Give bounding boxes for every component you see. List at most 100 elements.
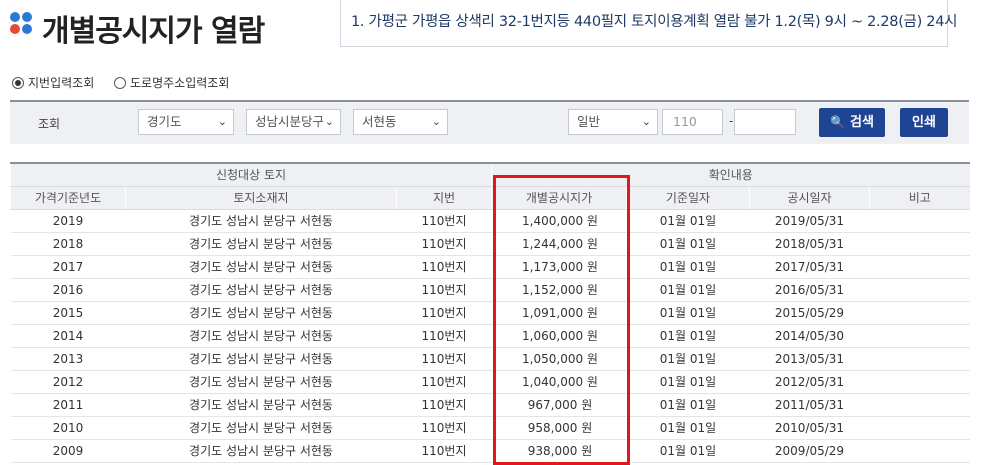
radio-lot-number-label[interactable]: 지번입력조회 (28, 74, 94, 91)
col-lot-cell: 110번지 (396, 278, 492, 302)
col-lot-cell: 110번지 (396, 232, 492, 256)
col-base-date-cell: 01월 01일 (626, 232, 750, 256)
col-location-cell: 경기도 성남시 분당구 서현동 (125, 393, 397, 417)
col-price-cell: 1,152,000 원 (491, 278, 627, 302)
col-base-date-cell: 01월 01일 (626, 370, 750, 394)
table-row: 2011 경기도 성남시 분당구 서현동 110번지 967,000 원 01월 01일… (10, 393, 970, 417)
table-body: 2019 경기도 성남시 분당구 서현동 110번지 1,400,000 원 01월 0… (10, 209, 970, 463)
col-base-date-cell: 01월 01일 (626, 301, 750, 325)
col-lot-cell: 110번지 (396, 209, 492, 233)
radio-icon[interactable] (12, 76, 24, 89)
col-base-date-cell: 01월 01일 (626, 393, 750, 417)
search-button-label: 검색 (850, 115, 874, 130)
col-announce-date-cell: 2014/05/30 (749, 324, 870, 348)
col-base-date-cell: 01월 01일 (626, 347, 750, 371)
col-price-cell: 1,040,000 원 (491, 370, 627, 394)
col-lot-cell: 110번지 (396, 393, 492, 417)
dong-value: 서현동 (362, 114, 397, 129)
col-year-cell: 2019 (10, 209, 126, 233)
col-base-date-cell: 01월 01일 (626, 324, 750, 348)
dong-select[interactable]: 서현동 ⌄ (353, 109, 448, 135)
col-note-cell (869, 347, 970, 371)
table-row: 2018 경기도 성남시 분당구 서현동 110번지 1,244,000 원 01월 0… (10, 232, 970, 256)
search-button[interactable]: 🔍 검색 (819, 108, 885, 137)
col-year-cell: 2017 (10, 255, 126, 279)
radio-road-address[interactable]: 도로명주소입력조회 (114, 74, 229, 91)
col-year-cell: 2012 (10, 370, 126, 394)
col-base-date-cell: 01월 01일 (626, 416, 750, 440)
col-location-cell: 경기도 성남시 분당구 서현동 (125, 416, 397, 440)
col-announce-date-cell: 2018/05/31 (749, 232, 870, 256)
col-announce-date-cell: 2013/05/31 (749, 347, 870, 371)
col-base-date-cell: 01월 01일 (626, 209, 750, 233)
table-row: 2014 경기도 성남시 분당구 서현동 110번지 1,060,000 원 01월 0… (10, 324, 970, 348)
print-button-label: 인쇄 (912, 115, 936, 130)
notice-text[interactable]: 1. 가평군 가평읍 상색리 32-1번지등 440필지 토지이용계획 열람 불… (351, 10, 957, 31)
chevron-down-icon: ⌄ (431, 115, 441, 128)
col-year-cell: 2011 (10, 393, 126, 417)
col-location-header: 토지소재지 (125, 186, 397, 210)
col-price-cell: 1,244,000 원 (491, 232, 627, 256)
radio-icon[interactable] (114, 76, 126, 89)
col-year-cell: 2010 (10, 416, 126, 440)
col-year-cell: 2009 (10, 439, 126, 463)
col-announce-date-cell: 2012/05/31 (749, 370, 870, 394)
chevron-down-icon: ⌄ (641, 115, 651, 128)
col-year-cell: 2018 (10, 232, 126, 256)
table-row: 2010 경기도 성남시 분당구 서현동 110번지 958,000 원 01월 01일… (10, 416, 970, 440)
radio-road-address-label[interactable]: 도로명주소입력조회 (130, 74, 229, 91)
col-lot-cell: 110번지 (396, 324, 492, 348)
col-announce-date-cell: 2016/05/31 (749, 278, 870, 302)
col-base-date-header: 기준일자 (626, 186, 750, 210)
col-announce-date-cell: 2009/05/29 (749, 439, 870, 463)
search-bar: 조회 경기도 ⌄ 성남시분당구 ⌄ 서현동 ⌄ 일반 ⌄ 110 - 🔍 검색 인… (10, 100, 969, 144)
col-announce-date-cell: 2019/05/31 (749, 209, 870, 233)
chevron-down-icon: ⌄ (217, 115, 227, 128)
col-base-date-cell: 01월 01일 (626, 278, 750, 302)
col-year-header: 가격기준년도 (10, 186, 126, 210)
search-label: 조회 (38, 117, 61, 131)
col-price-cell: 938,000 원 (491, 439, 627, 463)
col-location-cell: 경기도 성남시 분당구 서현동 (125, 370, 397, 394)
col-note-cell (869, 416, 970, 440)
land-price-table-wrap: 신청대상 토지 확인내용 가격기준년도 토지소재지 지번 개별공시지가 기준일자 공시일자… (10, 162, 970, 463)
col-announce-date-header: 공시일자 (749, 186, 870, 210)
land-type-value: 일반 (577, 114, 601, 129)
notice-banner[interactable]: 1. 가평군 가평읍 상색리 32-1번지등 440필지 토지이용계획 열람 불… (340, 0, 957, 47)
col-year-cell: 2015 (10, 301, 126, 325)
col-lot-cell: 110번지 (396, 301, 492, 325)
page-title: 개별공시지가 열람 (42, 14, 265, 49)
col-announce-date-cell: 2015/05/29 (749, 301, 870, 325)
col-location-cell: 경기도 성남시 분당구 서현동 (125, 278, 397, 302)
col-note-cell (869, 393, 970, 417)
col-price-cell: 1,050,000 원 (491, 347, 627, 371)
chevron-down-icon: ⌄ (322, 110, 334, 134)
col-note-cell (869, 370, 970, 394)
col-note-cell (869, 301, 970, 325)
col-lot-cell: 110번지 (396, 416, 492, 440)
col-note-cell (869, 255, 970, 279)
col-price-cell: 1,400,000 원 (491, 209, 627, 233)
radio-lot-number[interactable]: 지번입력조회 (12, 74, 94, 91)
print-button[interactable]: 인쇄 (900, 108, 948, 137)
city-select[interactable]: 성남시분당구 ⌄ (246, 109, 341, 135)
col-price-cell: 958,000 원 (491, 416, 627, 440)
col-note-cell (869, 324, 970, 348)
lot-main-input[interactable]: 110 (662, 109, 723, 135)
table-row: 2009 경기도 성남시 분당구 서현동 110번지 938,000 원 01월 01일… (10, 439, 970, 463)
col-price-header: 개별공시지가 (491, 186, 627, 210)
col-lot-cell: 110번지 (396, 439, 492, 463)
col-location-cell: 경기도 성남시 분당구 서현동 (125, 209, 397, 233)
province-select[interactable]: 경기도 ⌄ (138, 109, 234, 135)
col-location-cell: 경기도 성남시 분당구 서현동 (125, 439, 397, 463)
col-announce-date-cell: 2017/05/31 (749, 255, 870, 279)
land-type-select[interactable]: 일반 ⌄ (568, 109, 658, 135)
col-year-cell: 2016 (10, 278, 126, 302)
table-row: 2012 경기도 성남시 분당구 서현동 110번지 1,040,000 원 01월 0… (10, 370, 970, 394)
col-note-header: 비고 (868, 186, 970, 210)
land-price-table: 신청대상 토지 확인내용 가격기준년도 토지소재지 지번 개별공시지가 기준일자 공시일자… (10, 162, 970, 463)
lot-separator: - (729, 114, 734, 128)
lot-sub-input[interactable] (734, 109, 796, 135)
col-price-cell: 1,173,000 원 (491, 255, 627, 279)
table-row: 2019 경기도 성남시 분당구 서현동 110번지 1,400,000 원 01월 0… (10, 209, 970, 233)
